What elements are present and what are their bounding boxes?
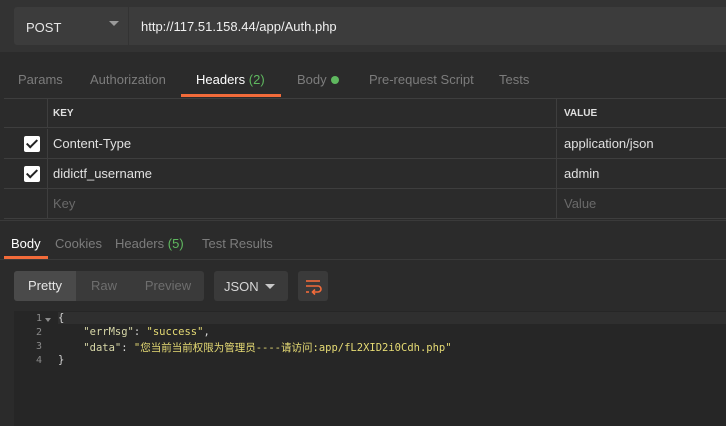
checkmark-icon[interactable]: [24, 166, 40, 182]
raw-button[interactable]: Raw: [76, 271, 132, 301]
json-key-data: "data": [83, 342, 122, 354]
preview-button[interactable]: Preview: [132, 271, 204, 301]
header-key[interactable]: Content-Type: [49, 129, 557, 158]
table-row: Content-Type application/json: [4, 129, 726, 159]
header-key[interactable]: didictf_username: [49, 159, 557, 188]
pretty-button[interactable]: Pretty: [14, 271, 76, 301]
tab-headers[interactable]: Headers (2): [196, 72, 265, 87]
table-row: didictf_username admin: [4, 159, 726, 189]
tab-test-results[interactable]: Test Results: [202, 236, 273, 251]
format-label: JSON: [224, 279, 259, 294]
tab-pre-request-script[interactable]: Pre-request Script: [369, 72, 474, 87]
json-sep: :: [133, 326, 147, 338]
tab-cookies[interactable]: Cookies: [55, 236, 102, 251]
url-input[interactable]: [129, 7, 726, 45]
line-number: 1: [35, 313, 42, 324]
code-line-4: }: [58, 354, 65, 366]
line-gutter: 1 2 3 4: [14, 311, 56, 426]
method-label: POST: [26, 20, 62, 35]
row-check-cell: [4, 129, 48, 158]
request-tabs: Params Authorization Headers (2) Body Pr…: [0, 60, 726, 98]
tab-params[interactable]: Params: [18, 72, 63, 87]
header-value[interactable]: application/json: [558, 129, 726, 158]
json-key-errmsg: "errMsg": [83, 326, 134, 338]
body-indicator-dot-icon: [330, 76, 339, 84]
code-line-2: "errMsg": "success",: [58, 326, 210, 338]
code-line-3: "data": "您当前当前权限为管理员----请访问:app/fL2XID2i…: [58, 340, 452, 355]
active-response-tab-indicator: [4, 256, 48, 259]
line-number: 3: [35, 341, 42, 352]
table-row-new: Key Value: [4, 189, 726, 219]
chevron-down-icon: [265, 284, 275, 289]
line-number: 4: [35, 355, 42, 366]
json-value-data: "您当前当前权限为管理员----请访问:app/fL2XID2i0Cdh.php…: [133, 342, 452, 354]
tab-authorization[interactable]: Authorization: [90, 72, 166, 87]
row-check-cell: [4, 189, 48, 218]
header-value[interactable]: admin: [558, 159, 726, 188]
checkmark-icon[interactable]: [24, 136, 40, 152]
tab-tests[interactable]: Tests: [499, 72, 529, 87]
wrap-lines-icon: [306, 280, 322, 296]
format-select[interactable]: JSON: [214, 271, 288, 301]
request-bar: POST: [0, 0, 726, 52]
headers-table-header: KEY VALUE: [4, 98, 726, 128]
column-key: KEY: [49, 99, 557, 128]
tab-response-headers-label: Headers: [115, 236, 165, 251]
tab-headers-label: Headers: [196, 72, 246, 87]
code-line-1: {: [58, 312, 726, 324]
line-number: 2: [35, 327, 42, 338]
new-value-input[interactable]: Value: [558, 189, 726, 218]
response-tabs: Body Cookies Headers (5) Test Results: [0, 228, 726, 260]
wrap-lines-button[interactable]: [298, 271, 328, 301]
tab-response-headers[interactable]: Headers (5): [115, 236, 184, 251]
active-tab-indicator: [181, 94, 281, 97]
json-sep: :: [121, 342, 134, 354]
fold-caret-icon[interactable]: [45, 318, 51, 322]
tab-body[interactable]: Body: [297, 72, 339, 87]
json-value-errmsg: "success": [146, 326, 204, 338]
tab-headers-count: (2): [248, 72, 265, 87]
tab-response-body[interactable]: Body: [11, 236, 41, 251]
response-divider: [0, 220, 726, 228]
tab-body-label: Body: [297, 72, 327, 87]
response-body-editor[interactable]: 1 2 3 4 { "errMsg": "success", "data": "…: [14, 311, 726, 426]
json-comma: ,: [203, 326, 210, 338]
tab-response-headers-count: (5): [167, 236, 184, 251]
method-select[interactable]: POST: [14, 7, 128, 45]
new-key-input[interactable]: Key: [49, 189, 557, 218]
header-check-column: [4, 99, 48, 128]
column-value: VALUE: [564, 108, 598, 119]
view-mode-group: Pretty Raw Preview: [14, 271, 204, 301]
row-check-cell: [4, 159, 48, 188]
headers-table: KEY VALUE Content-Type application/json …: [4, 98, 726, 220]
chevron-down-icon: [109, 21, 119, 26]
